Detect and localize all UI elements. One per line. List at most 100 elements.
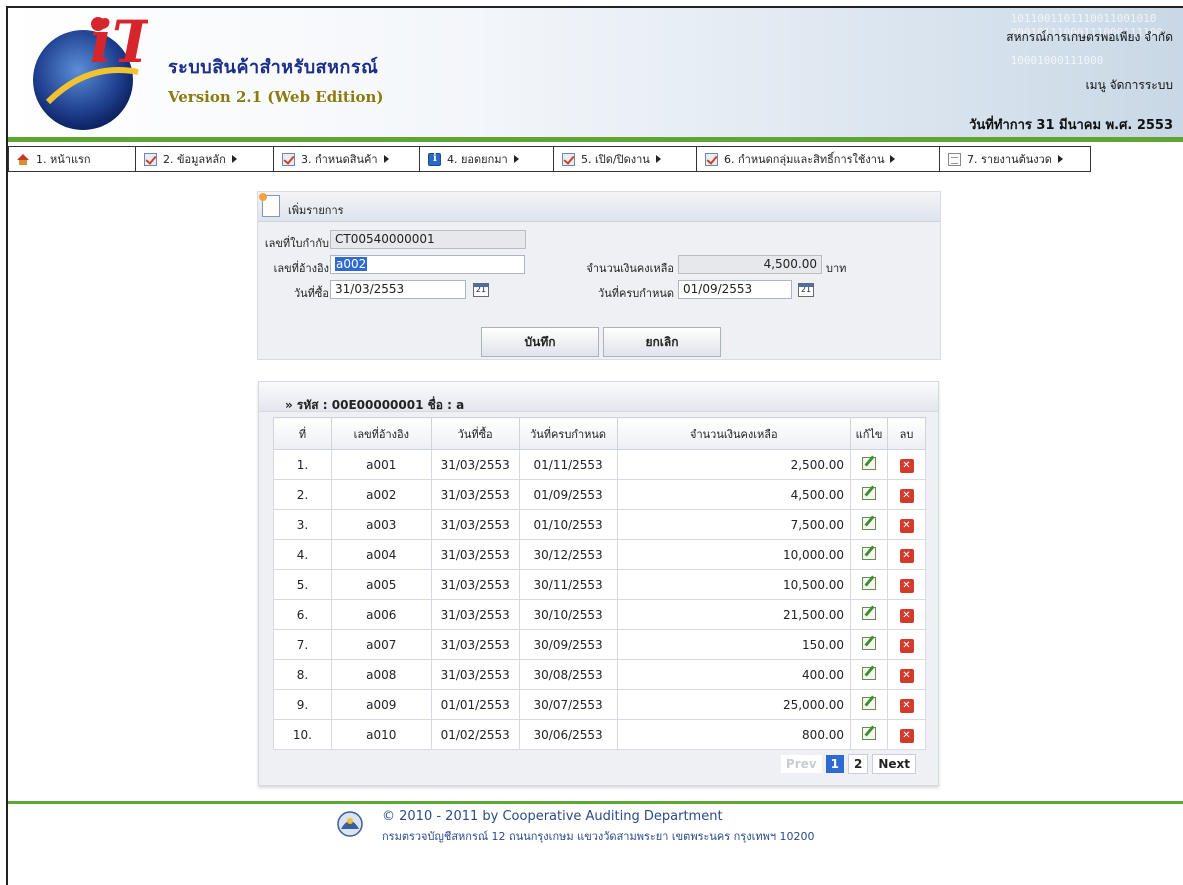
column-header: จำนวนเงินคงเหลือ xyxy=(616,417,852,450)
row-number: 4. xyxy=(273,539,332,570)
due-date-input[interactable]: 01/09/2553 xyxy=(678,280,792,299)
menu-item-home[interactable]: 1. หน้าแรก xyxy=(9,147,136,171)
row-number: 7. xyxy=(273,629,332,660)
delete-icon[interactable]: ✕ xyxy=(899,668,914,683)
submenu-arrow-icon xyxy=(231,155,237,163)
table-row: 10. a010 01/02/2553 30/06/2553 800.00 ✕ xyxy=(273,719,926,750)
menu-item-label: 5. เปิด/ปิดงาน xyxy=(581,153,650,166)
menu-item-label: 7. รายงานต้นงวด xyxy=(967,153,1052,166)
reference-number: a005 xyxy=(330,569,432,600)
column-header: ลบ xyxy=(887,417,926,450)
delete-icon[interactable]: ✕ xyxy=(899,638,914,653)
edit-cell xyxy=(850,659,889,690)
due-date-label: วันที่ครบกำหนด xyxy=(598,287,674,300)
edit-icon[interactable] xyxy=(862,456,877,470)
cancel-button[interactable]: ยกเลิก xyxy=(603,327,721,357)
footer-divider xyxy=(8,801,1183,804)
balance-amount: 7,500.00 xyxy=(616,509,852,540)
menu-item-label: 3. กำหนดสินค้า xyxy=(301,153,378,166)
due-date: 30/09/2553 xyxy=(518,629,618,660)
record-list-panel: » รหัส : 00E00000001 ชื่อ : a ที่ เลขที่… xyxy=(258,381,939,786)
main-menubar: 1. หน้าแรก 2. ข้อมูลหลัก 3. กำหนดสินค้า … xyxy=(8,146,1091,172)
delete-cell: ✕ xyxy=(887,599,926,630)
delete-icon[interactable]: ✕ xyxy=(899,728,914,743)
currency-unit: บาท xyxy=(826,262,847,275)
edit-icon[interactable] xyxy=(862,516,877,530)
edit-icon[interactable] xyxy=(862,636,877,650)
reference-number-input[interactable]: a002 xyxy=(330,255,525,274)
menu-item-opening-report[interactable]: 7. รายงานต้นงวด xyxy=(940,147,1090,171)
buy-date: 31/03/2553 xyxy=(430,449,520,480)
reference-number: a003 xyxy=(330,509,432,540)
balance-amount: 21,500.00 xyxy=(616,599,852,630)
buy-date: 31/03/2553 xyxy=(430,599,520,630)
balance-amount: 25,000.00 xyxy=(616,689,852,720)
menu-item-groups-permissions[interactable]: 6. กำหนดกลุ่มและสิทธิ์การใช้งาน xyxy=(697,147,940,171)
buy-date: 01/02/2553 xyxy=(430,719,520,750)
edit-icon[interactable] xyxy=(862,696,877,710)
row-number: 3. xyxy=(273,509,332,540)
cooperative-name: สหกรณ์การเกษตรพอเพียง จำกัด xyxy=(1006,30,1173,44)
app-title: ระบบสินค้าสำหรับสหกรณ์ xyxy=(168,57,379,78)
buy-date-input[interactable]: 31/03/2553 xyxy=(330,280,466,299)
app-header: 1011001101110011001010 000101110001110001… xyxy=(8,8,1183,138)
pagination: Prev 1 2 Next xyxy=(780,753,916,775)
save-button[interactable]: บันทึก xyxy=(481,327,599,357)
edit-icon[interactable] xyxy=(862,576,877,590)
balance-amount: 2,500.00 xyxy=(616,449,852,480)
edit-icon[interactable] xyxy=(862,606,877,620)
reference-number: a004 xyxy=(330,539,432,570)
delete-icon[interactable]: ✕ xyxy=(899,458,914,473)
table-row: 5. a005 31/03/2553 30/11/2553 10,500.00 … xyxy=(273,569,926,600)
form-title: เพิ่มรายการ xyxy=(288,204,344,217)
edit-cell xyxy=(850,599,889,630)
next-page-button[interactable]: Next xyxy=(872,754,916,774)
row-number: 2. xyxy=(273,479,332,510)
table-row: 1. a001 31/03/2553 01/11/2553 2,500.00 ✕ xyxy=(273,449,926,480)
prev-page-button[interactable]: Prev xyxy=(780,755,822,773)
edit-icon[interactable] xyxy=(862,486,877,500)
calendar-icon[interactable]: 21 xyxy=(473,283,489,297)
row-number: 5. xyxy=(273,569,332,600)
delete-icon[interactable]: ✕ xyxy=(899,578,914,593)
calendar-icon[interactable]: 21 xyxy=(798,283,814,297)
delete-icon[interactable]: ✕ xyxy=(899,518,914,533)
buy-date: 31/03/2553 xyxy=(430,539,520,570)
menu-item-master-data[interactable]: 2. ข้อมูลหลัก xyxy=(136,147,274,171)
delete-icon[interactable]: ✕ xyxy=(899,608,914,623)
delete-icon[interactable]: ✕ xyxy=(899,698,914,713)
table-row: 6. a006 31/03/2553 30/10/2553 21,500.00 … xyxy=(273,599,926,630)
delete-icon[interactable]: ✕ xyxy=(899,488,914,503)
table-row: 2. a002 31/03/2553 01/09/2553 4,500.00 ✕ xyxy=(273,479,926,510)
due-date: 30/07/2553 xyxy=(518,689,618,720)
form-header: เพิ่มรายการ xyxy=(258,192,940,222)
page-2-button[interactable]: 2 xyxy=(847,754,869,774)
member-heading: » รหัส : 00E00000001 ชื่อ : a xyxy=(259,382,938,412)
delete-cell: ✕ xyxy=(887,509,926,540)
records-table: ที่ เลขที่อ้างอิง วันที่ซื้อ วันที่ครบกำ… xyxy=(273,417,926,750)
balance-amount-field: 4,500.00 xyxy=(678,255,822,274)
page-1-button[interactable]: 1 xyxy=(825,755,844,773)
edit-icon[interactable] xyxy=(862,666,877,680)
due-date: 30/11/2553 xyxy=(518,569,618,600)
menu-item-label: 6. กำหนดกลุ่มและสิทธิ์การใช้งาน xyxy=(724,153,885,166)
menu-item-label: 2. ข้อมูลหลัก xyxy=(163,153,226,166)
buy-date-label: วันที่ซื้อ xyxy=(293,287,329,300)
add-item-form: เพิ่มรายการ เลขที่ใบกำกับ CT00540000001 … xyxy=(257,191,941,360)
menu-item-label: 1. หน้าแรก xyxy=(36,153,91,166)
system-menu-link[interactable]: เมนู จัดการระบบ xyxy=(1086,76,1173,95)
due-date: 01/11/2553 xyxy=(518,449,618,480)
delete-icon[interactable]: ✕ xyxy=(899,548,914,563)
submenu-arrow-icon xyxy=(513,155,519,163)
home-icon xyxy=(17,153,30,166)
column-header: แก้ไข xyxy=(850,417,889,450)
edit-icon[interactable] xyxy=(862,726,877,740)
reference-number: a009 xyxy=(330,689,432,720)
submenu-arrow-icon xyxy=(655,155,661,163)
buy-date: 31/03/2553 xyxy=(430,629,520,660)
edit-icon[interactable] xyxy=(862,546,877,560)
edit-cell xyxy=(850,539,889,570)
menu-item-opening-balance[interactable]: 4. ยอดยกมา xyxy=(420,147,554,171)
menu-item-open-close[interactable]: 5. เปิด/ปิดงาน xyxy=(554,147,697,171)
menu-item-product-setup[interactable]: 3. กำหนดสินค้า xyxy=(274,147,420,171)
